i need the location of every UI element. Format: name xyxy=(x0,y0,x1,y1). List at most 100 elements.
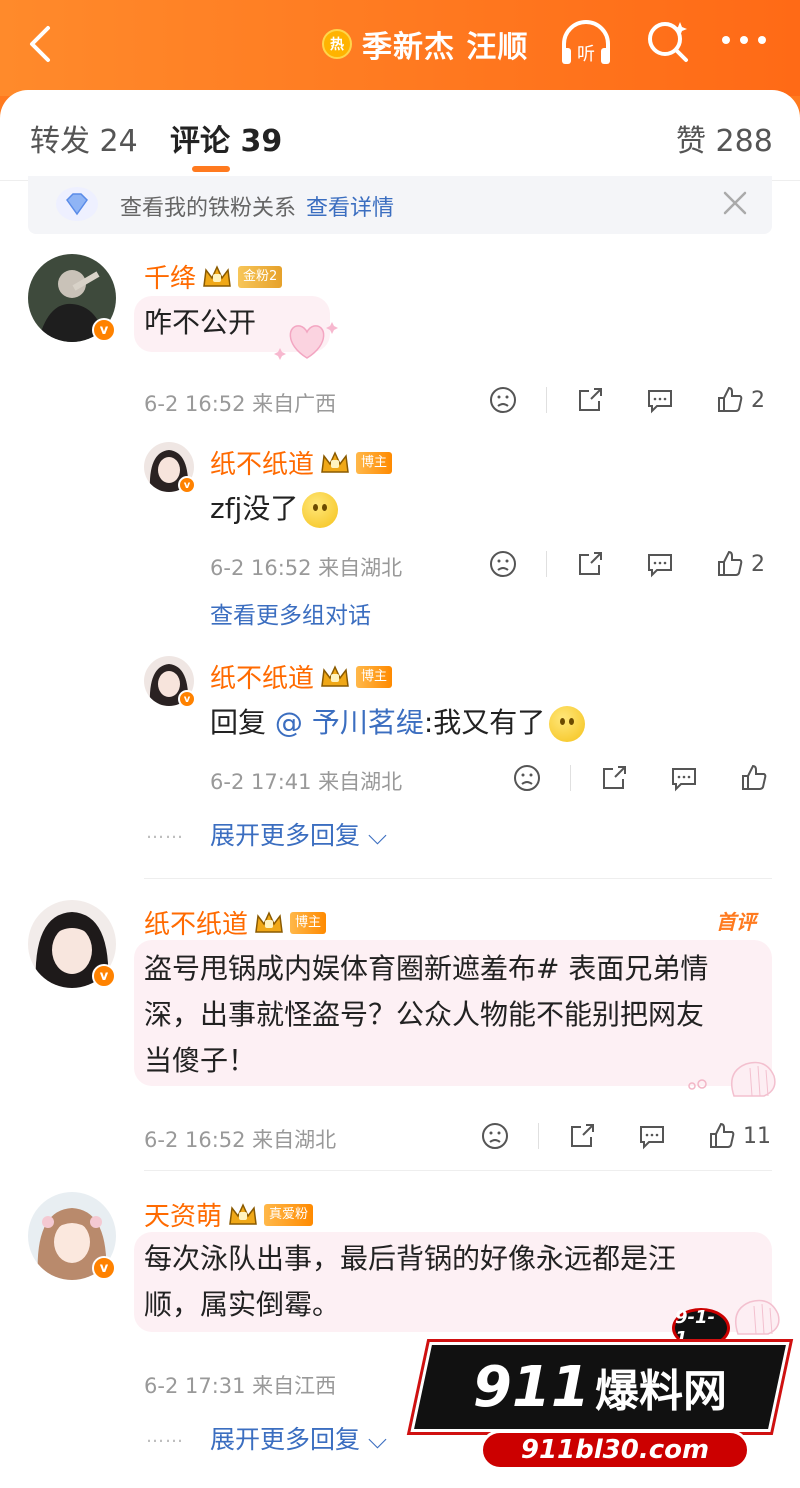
crown-icon xyxy=(203,264,231,287)
iron-fan-banner[interactable]: 查看我的铁粉关系 查看详情 xyxy=(28,176,772,234)
reply-meta: 6-2 17:41 来自湖北 xyxy=(210,770,403,794)
frown-icon xyxy=(490,387,516,413)
header-title-group[interactable]: 热 季新杰 汪顺 xyxy=(322,24,529,65)
reply-author-name: 纸不纸道 xyxy=(210,664,315,694)
frown-icon xyxy=(482,1123,508,1149)
comment-text: 咋不公开 xyxy=(144,306,257,339)
frown-icon xyxy=(490,551,516,577)
dislike-button[interactable] xyxy=(488,385,518,415)
tab-repost[interactable]: 转发 24 xyxy=(30,116,138,160)
header-bar: 热 季新杰 汪顺 听 xyxy=(0,0,800,96)
share-icon xyxy=(579,388,602,411)
action-divider xyxy=(546,387,547,413)
comment-icon xyxy=(648,390,672,414)
comment-meta: 6-2 17:31 来自江西 xyxy=(144,1374,337,1398)
verified-badge-icon: v xyxy=(92,318,116,342)
comment-icon xyxy=(640,1126,664,1150)
fanbar-text: 查看我的铁粉关系 xyxy=(120,196,297,221)
comment-text-line: 每次泳队出事，最后背锅的好像永远都是汪 xyxy=(144,1242,677,1275)
search-icon[interactable] xyxy=(644,18,692,66)
watermark-url: 911bl30.com xyxy=(480,1430,750,1470)
true-fan-tag: 真爱粉 xyxy=(264,1203,314,1226)
like-button[interactable]: 11 xyxy=(707,1121,771,1151)
comment-text-line: 盗号甩锅成内娱体育圈新遮羞布# 表面兄弟情 xyxy=(144,952,709,985)
watermark-banner: 911 爆料网 xyxy=(410,1342,790,1432)
comment-author[interactable]: 纸不纸道 博主 xyxy=(144,904,327,941)
page-title: 季新杰 汪顺 xyxy=(362,30,529,65)
expand-replies-link[interactable]: 展开更多回复 ⌵ xyxy=(210,816,387,852)
comment-text: 盗号甩锅成内娱体育圈新遮羞布# 表面兄弟情 深，出事就怪盗号？公众人物能不能别把… xyxy=(144,946,708,1084)
tab-like[interactable]: 赞 288 xyxy=(676,116,773,160)
active-tab-indicator xyxy=(192,166,230,172)
comment-text-line: 深，出事就怪盗号？公众人物能不能别把网友 xyxy=(144,998,705,1031)
mention-link[interactable]: @ 予川茗缇 xyxy=(275,706,424,739)
share-icon xyxy=(579,552,602,575)
reply-prefix: 回复 xyxy=(210,706,267,739)
share-icon xyxy=(603,766,626,789)
like-button[interactable] xyxy=(739,763,769,793)
watermark-number: 911 xyxy=(472,1354,590,1420)
comment-divider xyxy=(144,878,772,879)
comment-author[interactable]: 天资萌 真爱粉 xyxy=(144,1196,314,1233)
more-dots-icon[interactable] xyxy=(722,36,774,50)
chevron-down-icon: ⌵ xyxy=(367,1425,387,1454)
reply-author[interactable]: 纸不纸道 博主 xyxy=(210,658,393,695)
reply-button[interactable] xyxy=(645,385,675,415)
share-button[interactable] xyxy=(575,549,605,579)
thumbs-up-icon xyxy=(710,1122,735,1148)
dislike-button[interactable] xyxy=(480,1121,510,1151)
like-button[interactable]: 2 xyxy=(715,385,765,415)
comment-author[interactable]: 千绛 金粉2 xyxy=(144,258,283,295)
reply-button[interactable] xyxy=(645,549,675,579)
listen-headphone-icon[interactable]: 听 xyxy=(558,18,614,68)
listen-label: 听 xyxy=(577,44,595,65)
blogger-tag: 博主 xyxy=(356,451,393,474)
action-divider xyxy=(538,1123,539,1149)
reply-text: zfj没了 xyxy=(210,492,299,525)
reply-author-name: 纸不纸道 xyxy=(210,450,315,480)
like-count: 2 xyxy=(751,551,765,577)
fanbar-detail-link[interactable]: 查看详情 xyxy=(306,196,394,221)
view-more-conversation-link[interactable]: 查看更多组对话 xyxy=(210,596,371,630)
expand-dots: …… xyxy=(146,1426,184,1447)
first-comment-label: 首评 xyxy=(716,910,756,934)
fan-level-tag: 金粉2 xyxy=(238,265,283,288)
like-count: 11 xyxy=(743,1123,771,1149)
comment-text-line: 当傻子！ xyxy=(144,1044,257,1077)
chevron-down-icon: ⌵ xyxy=(367,821,387,850)
like-count: 2 xyxy=(751,387,765,413)
reply-text-line: 回复 @ 予川茗缇:我又有了 xyxy=(210,700,586,746)
tab-bar: 转发 24 评论 39 赞 288 xyxy=(0,90,800,182)
like-button[interactable]: 2 xyxy=(715,549,765,579)
crown-icon xyxy=(321,664,349,687)
expand-replies-text: 展开更多回复 xyxy=(210,1425,361,1454)
blogger-tag: 博主 xyxy=(356,665,393,688)
comment-meta: 6-2 16:52 来自湖北 xyxy=(144,1128,337,1152)
thumbs-up-icon xyxy=(742,764,767,790)
verified-badge-icon: v xyxy=(92,1256,116,1280)
action-divider xyxy=(570,765,571,791)
reply-button[interactable] xyxy=(637,1121,667,1151)
reply-author[interactable]: 纸不纸道 博主 xyxy=(210,444,393,481)
comment-actions: 11 xyxy=(480,1118,771,1154)
share-button[interactable] xyxy=(575,385,605,415)
expand-dots: …… xyxy=(146,822,184,843)
reply-actions xyxy=(512,760,769,796)
dislike-button[interactable] xyxy=(488,549,518,579)
smile-emoji-icon xyxy=(302,492,339,528)
reply-button[interactable] xyxy=(669,763,699,793)
blogger-tag: 博主 xyxy=(290,911,327,934)
back-chevron-icon[interactable] xyxy=(22,24,62,64)
crown-icon xyxy=(255,910,283,933)
comment-meta: 6-2 16:52 来自广西 xyxy=(144,392,337,416)
tab-comment[interactable]: 评论 39 xyxy=(170,116,282,160)
verified-badge-icon: v xyxy=(178,690,196,708)
comment-icon xyxy=(648,554,672,578)
dislike-button[interactable] xyxy=(512,763,542,793)
expand-replies-link[interactable]: 展开更多回复 ⌵ xyxy=(210,1420,387,1456)
share-button[interactable] xyxy=(599,763,629,793)
action-divider xyxy=(546,551,547,577)
expand-replies-text: 展开更多回复 xyxy=(210,821,361,850)
share-button[interactable] xyxy=(567,1121,597,1151)
close-icon[interactable] xyxy=(720,188,750,218)
